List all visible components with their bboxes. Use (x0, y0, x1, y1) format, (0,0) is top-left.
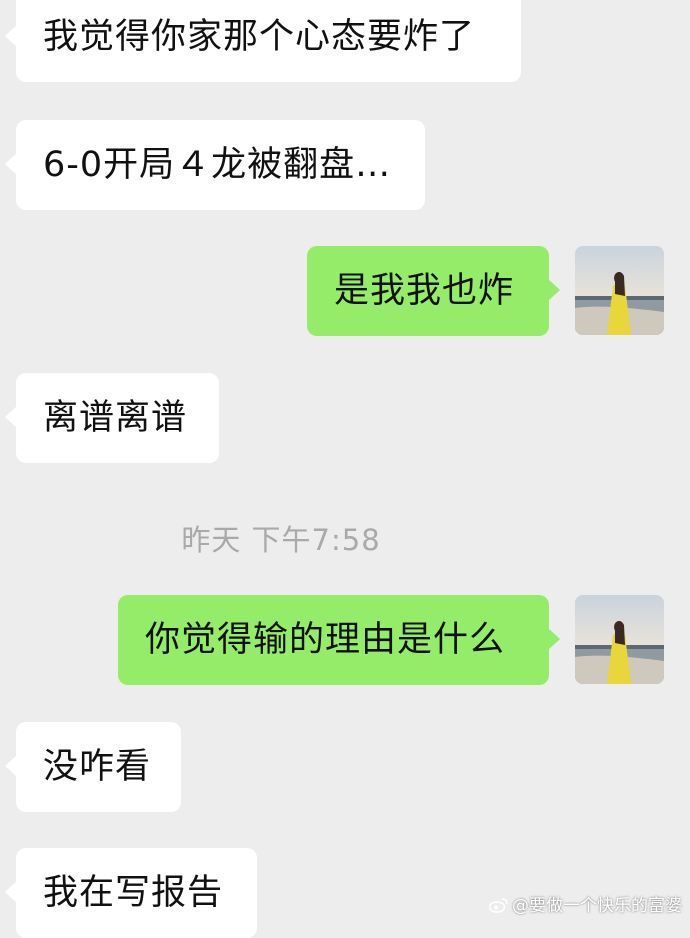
weibo-icon (488, 897, 509, 913)
watermark: @要做一个快乐的富婆 (488, 891, 682, 916)
watermark-text: @要做一个快乐的富婆 (512, 896, 682, 916)
message-timestamp: 昨天 下午7:58 (181, 523, 381, 557)
message-bubble-outgoing[interactable]: 你觉得输的理由是什么 (118, 595, 560, 685)
message-bubble-incoming[interactable]: 离谱离谱 (5, 373, 219, 463)
message-bubble-outgoing[interactable]: 是我我也炸 (307, 246, 560, 336)
avatar-photo-icon (575, 246, 664, 335)
message-bubble-incoming[interactable]: 我在写报告 (5, 848, 257, 938)
avatar-photo-icon (575, 595, 664, 684)
message-bubble-incoming[interactable]: 我觉得你家那个心态要炸了 (5, 0, 521, 82)
user-avatar[interactable] (575, 246, 664, 335)
message-bubble-incoming[interactable]: 6-0开局４龙被翻盘… (5, 120, 425, 210)
message-bubble-incoming[interactable]: 没咋看 (5, 722, 181, 812)
user-avatar[interactable] (575, 595, 664, 684)
